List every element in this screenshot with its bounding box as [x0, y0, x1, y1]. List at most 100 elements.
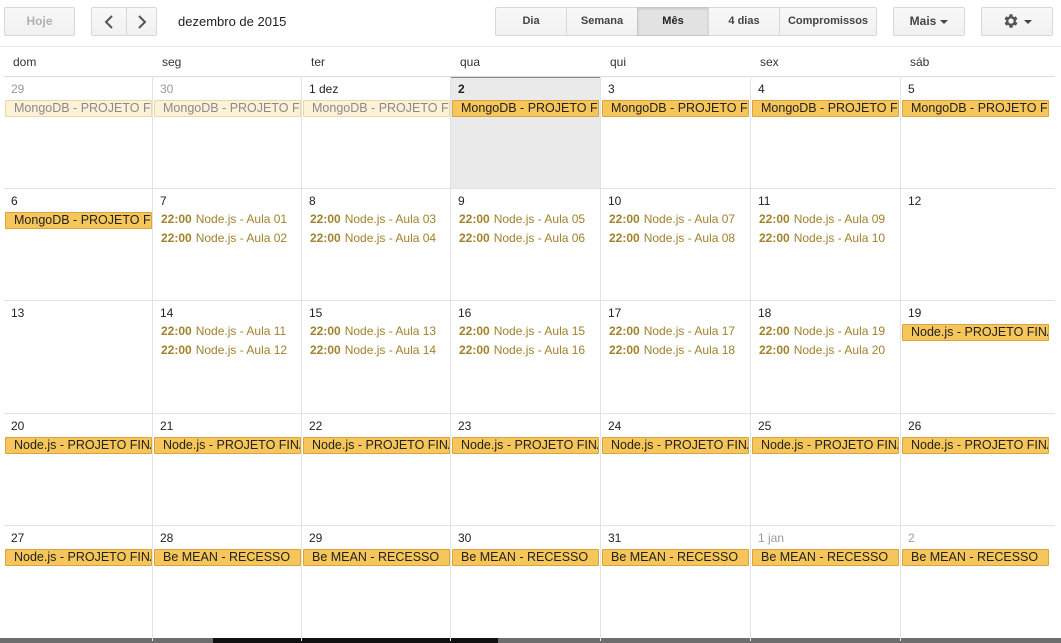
timed-event[interactable]: 22:00 Node.js - Aula 14 — [310, 343, 436, 357]
day-number[interactable]: 28 — [160, 531, 173, 545]
all-day-event-chip[interactable]: Be MEAN - RECESSO — [154, 549, 301, 566]
day-number[interactable]: 18 — [758, 306, 771, 320]
today-button[interactable]: Hoje — [4, 7, 75, 36]
day-number[interactable]: 2 — [908, 531, 915, 545]
all-day-event-chip[interactable]: MongoDB - PROJETO FINAL — [602, 100, 749, 117]
timed-event[interactable]: 22:00 Node.js - Aula 06 — [459, 231, 585, 245]
event-title: Node.js - Aula 06 — [493, 231, 586, 245]
day-number[interactable]: 29 — [11, 82, 24, 96]
day-number[interactable]: 12 — [908, 194, 921, 208]
timed-event[interactable]: 22:00 Node.js - Aula 13 — [310, 324, 436, 338]
all-day-event-chip[interactable]: MongoDB - PROJETO FINAL — [303, 100, 450, 117]
timed-event[interactable]: 22:00 Node.js - Aula 08 — [609, 231, 735, 245]
gear-icon — [1004, 14, 1018, 28]
timed-event[interactable]: 22:00 Node.js - Aula 10 — [759, 231, 885, 245]
day-number[interactable]: 14 — [160, 306, 173, 320]
day-number[interactable]: 1 jan — [758, 531, 784, 545]
day-number[interactable]: 25 — [758, 419, 771, 433]
timed-event[interactable]: 22:00 Node.js - Aula 11 — [161, 324, 286, 338]
day-number[interactable]: 5 — [908, 82, 915, 96]
all-day-event-chip[interactable]: Node.js - PROJETO FINAL — [902, 324, 1049, 341]
all-day-event-chip[interactable]: Be MEAN - RECESSO — [602, 549, 749, 566]
event-time: 22:00 — [759, 231, 790, 245]
timed-event[interactable]: 22:00 Node.js - Aula 18 — [609, 343, 735, 357]
more-button[interactable]: Mais — [893, 7, 965, 36]
day-number[interactable]: 2 — [458, 82, 465, 96]
day-number[interactable]: 8 — [309, 194, 316, 208]
all-day-event-chip[interactable]: Node.js - PROJETO FINAL — [5, 549, 152, 566]
day-number[interactable]: 21 — [160, 419, 173, 433]
day-number[interactable]: 22 — [309, 419, 322, 433]
day-number[interactable]: 7 — [160, 194, 167, 208]
all-day-event-chip[interactable]: Node.js - PROJETO FINAL — [154, 437, 301, 454]
all-day-event-chip[interactable]: Node.js - PROJETO FINAL — [602, 437, 749, 454]
timed-event[interactable]: 22:00 Node.js - Aula 12 — [161, 343, 287, 357]
day-number[interactable]: 3 — [608, 82, 615, 96]
day-number[interactable]: 27 — [11, 531, 24, 545]
view-week-button[interactable]: Semana — [566, 7, 638, 36]
event-title: Node.js - Aula 04 — [344, 231, 437, 245]
timed-event[interactable]: 22:00 Node.js - Aula 09 — [759, 212, 885, 226]
day-number[interactable]: 13 — [11, 306, 24, 320]
day-number[interactable]: 24 — [608, 419, 621, 433]
event-title: Node.js - Aula 08 — [643, 231, 736, 245]
day-number[interactable]: 11 — [758, 194, 770, 208]
all-day-event-chip[interactable]: Be MEAN - RECESSO — [752, 549, 899, 566]
day-number[interactable]: 29 — [309, 531, 322, 545]
all-day-event-chip[interactable]: MongoDB - PROJETO FINAL — [5, 100, 152, 117]
day-number[interactable]: 1 dez — [309, 82, 338, 96]
weekday-label: dom — [13, 55, 37, 69]
next-period-button[interactable] — [126, 7, 157, 36]
day-number[interactable]: 30 — [160, 82, 173, 96]
timed-event[interactable]: 22:00 Node.js - Aula 15 — [459, 324, 585, 338]
day-number[interactable]: 10 — [608, 194, 621, 208]
day-number[interactable]: 6 — [11, 194, 18, 208]
timed-event[interactable]: 22:00 Node.js - Aula 02 — [161, 231, 287, 245]
timed-event[interactable]: 22:00 Node.js - Aula 17 — [609, 324, 735, 338]
all-day-event-chip[interactable]: MongoDB - PROJETO FINAL — [154, 100, 301, 117]
day-number[interactable]: 4 — [758, 82, 765, 96]
all-day-event-chip[interactable]: Node.js - PROJETO FINAL — [452, 437, 599, 454]
all-day-event-chip[interactable]: Node.js - PROJETO FINAL — [303, 437, 450, 454]
view-day-button[interactable]: Dia — [495, 7, 567, 36]
all-day-event-chip[interactable]: MongoDB - PROJETO FINAL — [5, 212, 152, 229]
horizontal-scrollbar[interactable] — [0, 638, 1061, 643]
timed-event[interactable]: 22:00 Node.js - Aula 16 — [459, 343, 585, 357]
all-day-event-chip[interactable]: MongoDB - PROJETO FINAL — [752, 100, 899, 117]
timed-event[interactable]: 22:00 Node.js - Aula 01 — [161, 212, 287, 226]
day-number[interactable]: 20 — [11, 419, 24, 433]
all-day-event-chip[interactable]: Be MEAN - RECESSO — [303, 549, 450, 566]
event-title: Node.js - Aula 17 — [643, 324, 736, 338]
event-time: 22:00 — [310, 343, 341, 357]
timed-event[interactable]: 22:00 Node.js - Aula 19 — [759, 324, 885, 338]
day-number[interactable]: 16 — [458, 306, 471, 320]
day-number[interactable]: 31 — [608, 531, 621, 545]
day-number[interactable]: 26 — [908, 419, 921, 433]
day-number[interactable]: 19 — [908, 306, 921, 320]
all-day-event-chip[interactable]: Node.js - PROJETO FINAL — [752, 437, 899, 454]
all-day-event-chip[interactable]: Node.js - PROJETO FINAL — [902, 437, 1049, 454]
previous-period-button[interactable] — [91, 7, 127, 36]
day-number[interactable]: 15 — [309, 306, 322, 320]
timed-event[interactable]: 22:00 Node.js - Aula 05 — [459, 212, 585, 226]
day-number[interactable]: 23 — [458, 419, 471, 433]
day-number[interactable]: 30 — [458, 531, 471, 545]
view-agenda-button[interactable]: Compromissos — [779, 7, 877, 36]
all-day-event-chip[interactable]: Be MEAN - RECESSO — [902, 549, 1049, 566]
day-number[interactable]: 9 — [458, 194, 465, 208]
all-day-event-chip[interactable]: Be MEAN - RECESSO — [452, 549, 599, 566]
all-day-event-chip[interactable]: Node.js - PROJETO FINAL — [5, 437, 152, 454]
settings-button[interactable] — [981, 7, 1053, 36]
all-day-event-chip[interactable]: MongoDB - PROJETO FINAL — [902, 100, 1049, 117]
scrollbar-thumb[interactable] — [213, 638, 498, 643]
timed-event[interactable]: 22:00 Node.js - Aula 04 — [310, 231, 436, 245]
event-time: 22:00 — [609, 231, 640, 245]
event-time: 22:00 — [459, 343, 490, 357]
timed-event[interactable]: 22:00 Node.js - Aula 03 — [310, 212, 436, 226]
day-number[interactable]: 17 — [608, 306, 621, 320]
view-month-button[interactable]: Mês — [637, 7, 709, 36]
timed-event[interactable]: 22:00 Node.js - Aula 07 — [609, 212, 735, 226]
all-day-event-chip[interactable]: MongoDB - PROJETO FINAL — [452, 100, 599, 117]
view-4days-button[interactable]: 4 dias — [708, 7, 780, 36]
timed-event[interactable]: 22:00 Node.js - Aula 20 — [759, 343, 885, 357]
